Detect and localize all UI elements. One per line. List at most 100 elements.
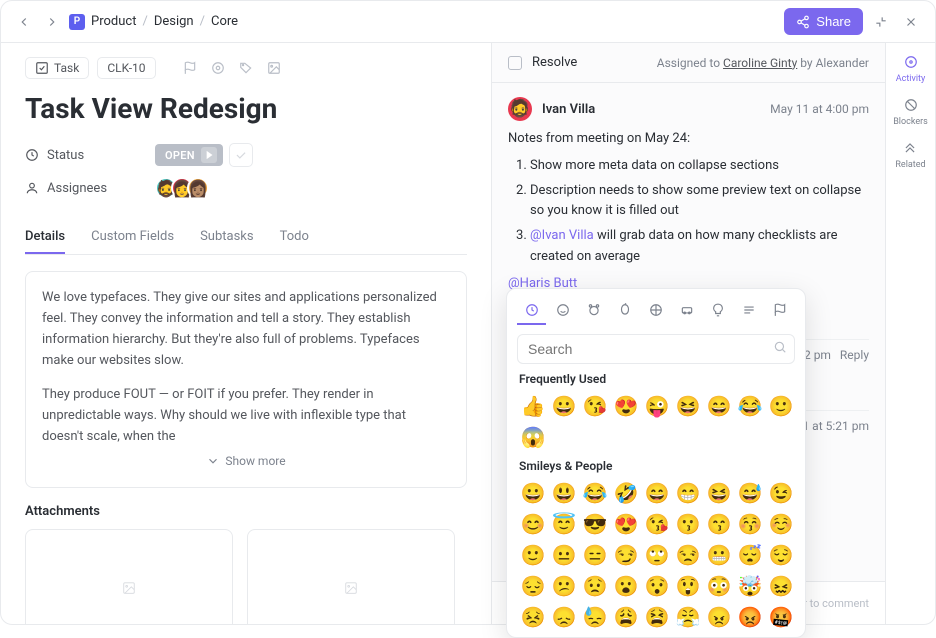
emoji-cell[interactable]: 😓 — [581, 603, 609, 631]
collapse-icon[interactable] — [869, 10, 893, 34]
breadcrumb-item[interactable]: Product — [91, 14, 136, 29]
picker-tab-recent[interactable] — [517, 297, 546, 325]
emoji-cell[interactable]: 😲 — [674, 572, 702, 600]
comment-avatar[interactable]: 🧔 — [508, 97, 532, 121]
emoji-cell[interactable]: 😆 — [674, 392, 702, 420]
target-icon[interactable] — [208, 58, 228, 78]
emoji-cell[interactable]: 😜 — [643, 392, 671, 420]
emoji-cell[interactable]: 😄 — [705, 392, 733, 420]
picker-tab-food[interactable] — [610, 297, 639, 325]
sidebar-related[interactable]: Related — [895, 139, 925, 170]
emoji-cell[interactable]: 🤯 — [736, 572, 764, 600]
tab-subtasks[interactable]: Subtasks — [200, 221, 254, 254]
assignee-avatars[interactable]: 🧔 👩 👩🏽 — [155, 177, 209, 199]
tab-custom-fields[interactable]: Custom Fields — [91, 221, 174, 254]
emoji-cell[interactable]: 😂 — [581, 479, 609, 507]
avatar[interactable]: 👩🏽 — [187, 177, 209, 199]
nav-forward[interactable] — [41, 11, 63, 33]
emoji-cell[interactable]: 😑 — [581, 541, 609, 569]
emoji-search-input[interactable] — [517, 334, 795, 364]
emoji-cell[interactable]: 😍 — [612, 510, 640, 538]
emoji-cell[interactable]: 😟 — [581, 572, 609, 600]
picker-tab-travel[interactable] — [673, 297, 702, 325]
emoji-cell[interactable]: 😖 — [767, 572, 795, 600]
emoji-cell[interactable]: 🙂 — [519, 541, 547, 569]
breadcrumb-item[interactable]: Design — [154, 14, 194, 29]
emoji-cell[interactable]: 😩 — [612, 603, 640, 631]
emoji-cell[interactable]: 😯 — [643, 572, 671, 600]
emoji-cell[interactable]: 😉 — [767, 479, 795, 507]
emoji-cell[interactable]: 😒 — [674, 541, 702, 569]
emoji-cell[interactable]: 😏 — [612, 541, 640, 569]
emoji-cell[interactable]: 😀 — [519, 479, 547, 507]
share-button[interactable]: Share — [784, 8, 863, 35]
assignee-link[interactable]: Caroline Ginty — [723, 56, 797, 70]
picker-tab-symbols[interactable] — [735, 297, 764, 325]
emoji-cell[interactable]: 😮 — [612, 572, 640, 600]
sidebar-activity[interactable]: Activity — [896, 53, 925, 84]
emoji-cell[interactable]: 😠 — [705, 603, 733, 631]
task-type-chip[interactable]: Task — [25, 57, 89, 79]
emoji-cell[interactable]: 😗 — [674, 510, 702, 538]
picker-tab-smileys[interactable] — [548, 297, 577, 325]
emoji-cell[interactable]: 😣 — [519, 603, 547, 631]
emoji-cell[interactable]: 😕 — [550, 572, 578, 600]
image-icon[interactable] — [264, 58, 284, 78]
emoji-cell[interactable]: 😞 — [550, 603, 578, 631]
emoji-cell[interactable]: 😡 — [736, 603, 764, 631]
emoji-cell[interactable]: 🙂 — [767, 392, 795, 420]
emoji-cell[interactable]: 😇 — [550, 510, 578, 538]
mention-link[interactable]: @Ivan Villa — [530, 228, 594, 243]
picker-tab-objects[interactable] — [704, 297, 733, 325]
description-card[interactable]: We love typefaces. They give our sites a… — [25, 271, 467, 488]
emoji-cell[interactable]: 😘 — [643, 510, 671, 538]
sidebar-blockers[interactable]: Blockers — [893, 96, 928, 127]
tab-todo[interactable]: Todo — [280, 221, 309, 254]
attachment-placeholder[interactable] — [247, 529, 455, 624]
status-pill[interactable]: OPEN — [155, 144, 223, 166]
flag-icon[interactable] — [180, 58, 200, 78]
emoji-cell[interactable]: 😳 — [705, 572, 733, 600]
emoji-cell[interactable]: 😴 — [736, 541, 764, 569]
breadcrumb-item[interactable]: Core — [211, 14, 238, 29]
emoji-cell[interactable]: 😚 — [736, 510, 764, 538]
complete-checkbox[interactable] — [229, 143, 253, 167]
emoji-cell[interactable]: 🙄 — [643, 541, 671, 569]
resolve-checkbox[interactable] — [508, 56, 522, 70]
emoji-cell[interactable]: 😎 — [581, 510, 609, 538]
emoji-cell[interactable]: 😂 — [736, 392, 764, 420]
show-more-button[interactable]: Show more — [42, 452, 450, 471]
task-title[interactable]: Task View Redesign — [25, 93, 467, 125]
emoji-cell[interactable]: 😘 — [581, 392, 609, 420]
emoji-cell[interactable]: 😍 — [612, 392, 640, 420]
status-next-icon[interactable] — [201, 147, 217, 163]
emoji-cell[interactable]: 😌 — [767, 541, 795, 569]
reply-button[interactable]: Reply — [840, 348, 869, 362]
close-icon[interactable] — [899, 10, 923, 34]
emoji-cell[interactable]: 😆 — [705, 479, 733, 507]
emoji-cell[interactable]: 😤 — [674, 603, 702, 631]
emoji-cell[interactable]: 😐 — [550, 541, 578, 569]
emoji-cell[interactable]: ☺️ — [767, 510, 795, 538]
picker-tab-activity[interactable] — [641, 297, 670, 325]
emoji-cell[interactable]: 😃 — [550, 479, 578, 507]
emoji-cell[interactable]: 😀 — [550, 392, 578, 420]
nav-back[interactable] — [13, 11, 35, 33]
tab-details[interactable]: Details — [25, 221, 65, 254]
emoji-cell[interactable]: 😬 — [705, 541, 733, 569]
emoji-cell[interactable]: 👍 — [519, 392, 547, 420]
tag-icon[interactable] — [236, 58, 256, 78]
emoji-cell[interactable]: 😊 — [519, 510, 547, 538]
emoji-cell[interactable]: 🤣 — [612, 479, 640, 507]
emoji-cell[interactable]: 😔 — [519, 572, 547, 600]
emoji-cell[interactable]: 😄 — [643, 479, 671, 507]
picker-tab-animals[interactable] — [579, 297, 608, 325]
emoji-cell[interactable]: 😅 — [736, 479, 764, 507]
emoji-cell[interactable]: 😙 — [705, 510, 733, 538]
emoji-cell[interactable]: 😁 — [674, 479, 702, 507]
emoji-cell[interactable]: 🤬 — [767, 603, 795, 631]
picker-tab-flags[interactable] — [766, 297, 795, 325]
task-id-chip[interactable]: CLK-10 — [97, 57, 155, 79]
attachment-placeholder[interactable] — [25, 529, 233, 624]
emoji-cell[interactable]: 😱 — [519, 423, 547, 451]
